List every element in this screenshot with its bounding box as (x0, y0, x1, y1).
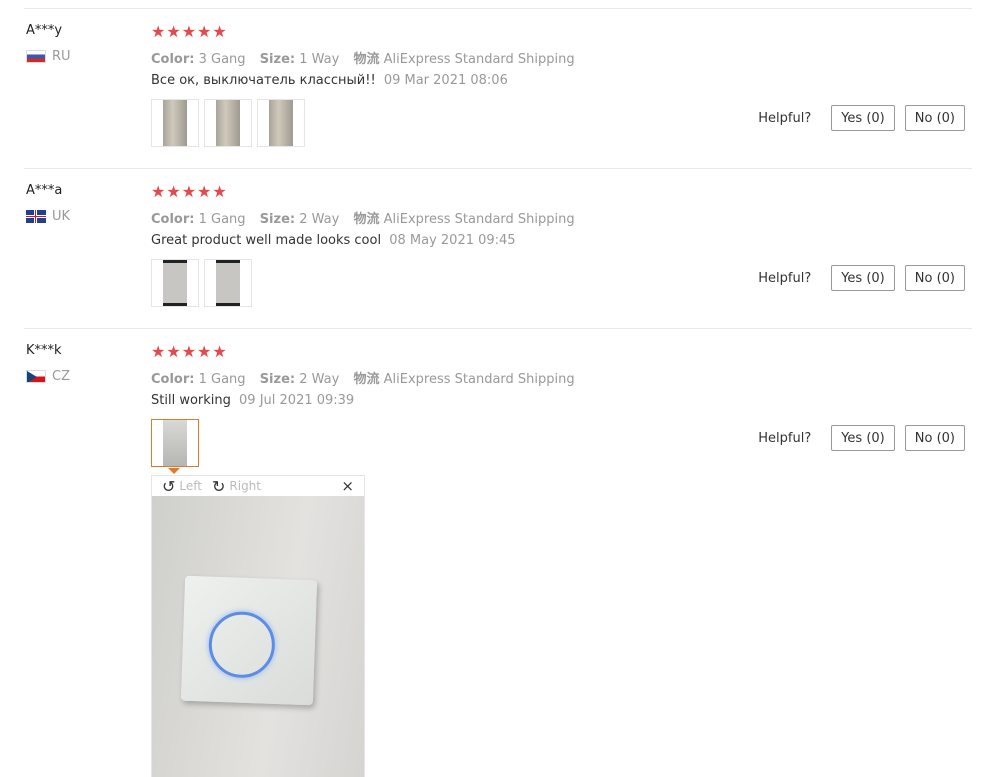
star-rating: ★★★★★ (151, 22, 228, 41)
review-photo-thumb[interactable] (151, 259, 199, 307)
divider (24, 168, 972, 169)
rotate-right-button[interactable]: Right (229, 479, 261, 493)
logistics-label: 物流 (353, 52, 380, 67)
divider (24, 328, 972, 329)
viewer-pointer (168, 468, 180, 474)
touch-ring-light (207, 610, 276, 679)
logistics-value: AliExpress Standard Shipping (383, 372, 575, 387)
photo-image (163, 100, 187, 146)
review-item: A***y RU ★★★★★ Color: 3 Gang Size: 1 Way… (24, 8, 972, 168)
photo-image (163, 420, 187, 466)
switch-panel-image (180, 575, 318, 706)
divider (24, 8, 972, 9)
product-attributes: Color: 1 Gang Size: 2 Way 物流 AliExpress … (151, 208, 585, 227)
size-value: 2 Way (299, 212, 340, 227)
photo-image (163, 260, 187, 306)
helpful-no-button[interactable]: No (0) (904, 425, 965, 451)
size-value: 1 Way (299, 52, 340, 67)
star-rating: ★★★★★ (151, 182, 228, 201)
color-value: 1 Gang (198, 372, 246, 387)
color-value: 1 Gang (198, 212, 246, 227)
review-text-line: Still working 09 Jul 2021 09:39 (151, 393, 354, 408)
color-label: Color: (151, 372, 195, 387)
helpful-yes-button[interactable]: Yes (0) (831, 265, 895, 291)
review-photo-thumb[interactable] (257, 99, 305, 147)
color-label: Color: (151, 212, 195, 227)
helpful-yes-button[interactable]: Yes (0) (831, 425, 895, 451)
close-icon[interactable]: × (341, 477, 354, 495)
product-attributes: Color: 1 Gang Size: 2 Way 物流 AliExpress … (151, 368, 585, 387)
rotate-left-button[interactable]: Left (179, 479, 202, 493)
review-photo-thumb-selected[interactable] (151, 419, 199, 467)
review-date: 09 Mar 2021 08:06 (383, 73, 508, 88)
review-photos (151, 99, 305, 147)
review-photo-thumb[interactable] (204, 259, 252, 307)
helpful-label: Helpful? (758, 270, 812, 286)
reviewer-name: A***a (26, 183, 63, 198)
review-text: Still working (151, 393, 231, 408)
czech-flag-icon (26, 370, 46, 383)
review-photos (151, 419, 199, 467)
logistics-value: AliExpress Standard Shipping (383, 212, 575, 227)
viewer-toolbar: ↺ Left ↻ Right × (152, 476, 364, 496)
country-code: RU (52, 49, 71, 64)
rotate-right-icon[interactable]: ↻ (212, 477, 225, 496)
review-photos (151, 259, 252, 307)
review-text: Все ок, выключатель классный!! (151, 73, 376, 88)
helpful-label: Helpful? (758, 110, 812, 126)
size-label: Size: (259, 212, 296, 227)
logistics-label: 物流 (353, 372, 380, 387)
russia-flag-icon (26, 50, 46, 63)
reviewer-country: UK (26, 209, 70, 224)
product-attributes: Color: 3 Gang Size: 1 Way 物流 AliExpress … (151, 48, 585, 67)
star-rating: ★★★★★ (151, 342, 228, 361)
photo-viewer: ↺ Left ↻ Right × (151, 475, 365, 777)
enlarged-photo (152, 496, 364, 777)
review-photo-thumb[interactable] (151, 99, 199, 147)
country-code: CZ (52, 369, 70, 384)
review-photo-thumb[interactable] (204, 99, 252, 147)
photo-image (216, 260, 240, 306)
color-label: Color: (151, 52, 195, 67)
helpful-label: Helpful? (758, 430, 812, 446)
reviewer-country: RU (26, 49, 71, 64)
photo-image (269, 100, 293, 146)
helpful-no-button[interactable]: No (0) (904, 105, 965, 131)
logistics-label: 物流 (353, 212, 380, 227)
reviewer-country: CZ (26, 369, 70, 384)
review-date: 08 May 2021 09:45 (389, 233, 516, 248)
reviewer-name: K***k (26, 343, 62, 358)
logistics-value: AliExpress Standard Shipping (383, 52, 575, 67)
review-text-line: Все ок, выключатель классный!! 09 Mar 20… (151, 73, 508, 88)
helpful-no-button[interactable]: No (0) (904, 265, 965, 291)
size-label: Size: (259, 52, 296, 67)
review-text-line: Great product well made looks cool 08 Ma… (151, 233, 516, 248)
helpful-vote: Helpful? Yes (0) No (0) (758, 265, 965, 291)
helpful-vote: Helpful? Yes (0) No (0) (758, 425, 965, 451)
size-value: 2 Way (299, 372, 340, 387)
rotate-left-icon[interactable]: ↺ (162, 477, 175, 496)
uk-flag-icon (26, 210, 46, 223)
photo-image (216, 100, 240, 146)
country-code: UK (52, 209, 71, 224)
color-value: 3 Gang (198, 52, 246, 67)
review-date: 09 Jul 2021 09:39 (239, 393, 355, 408)
review-item: A***a UK ★★★★★ Color: 1 Gang Size: 2 Way… (24, 168, 972, 328)
helpful-vote: Helpful? Yes (0) No (0) (758, 105, 965, 131)
review-text: Great product well made looks cool (151, 233, 382, 248)
helpful-yes-button[interactable]: Yes (0) (831, 105, 895, 131)
reviewer-name: A***y (26, 23, 63, 38)
size-label: Size: (259, 372, 296, 387)
